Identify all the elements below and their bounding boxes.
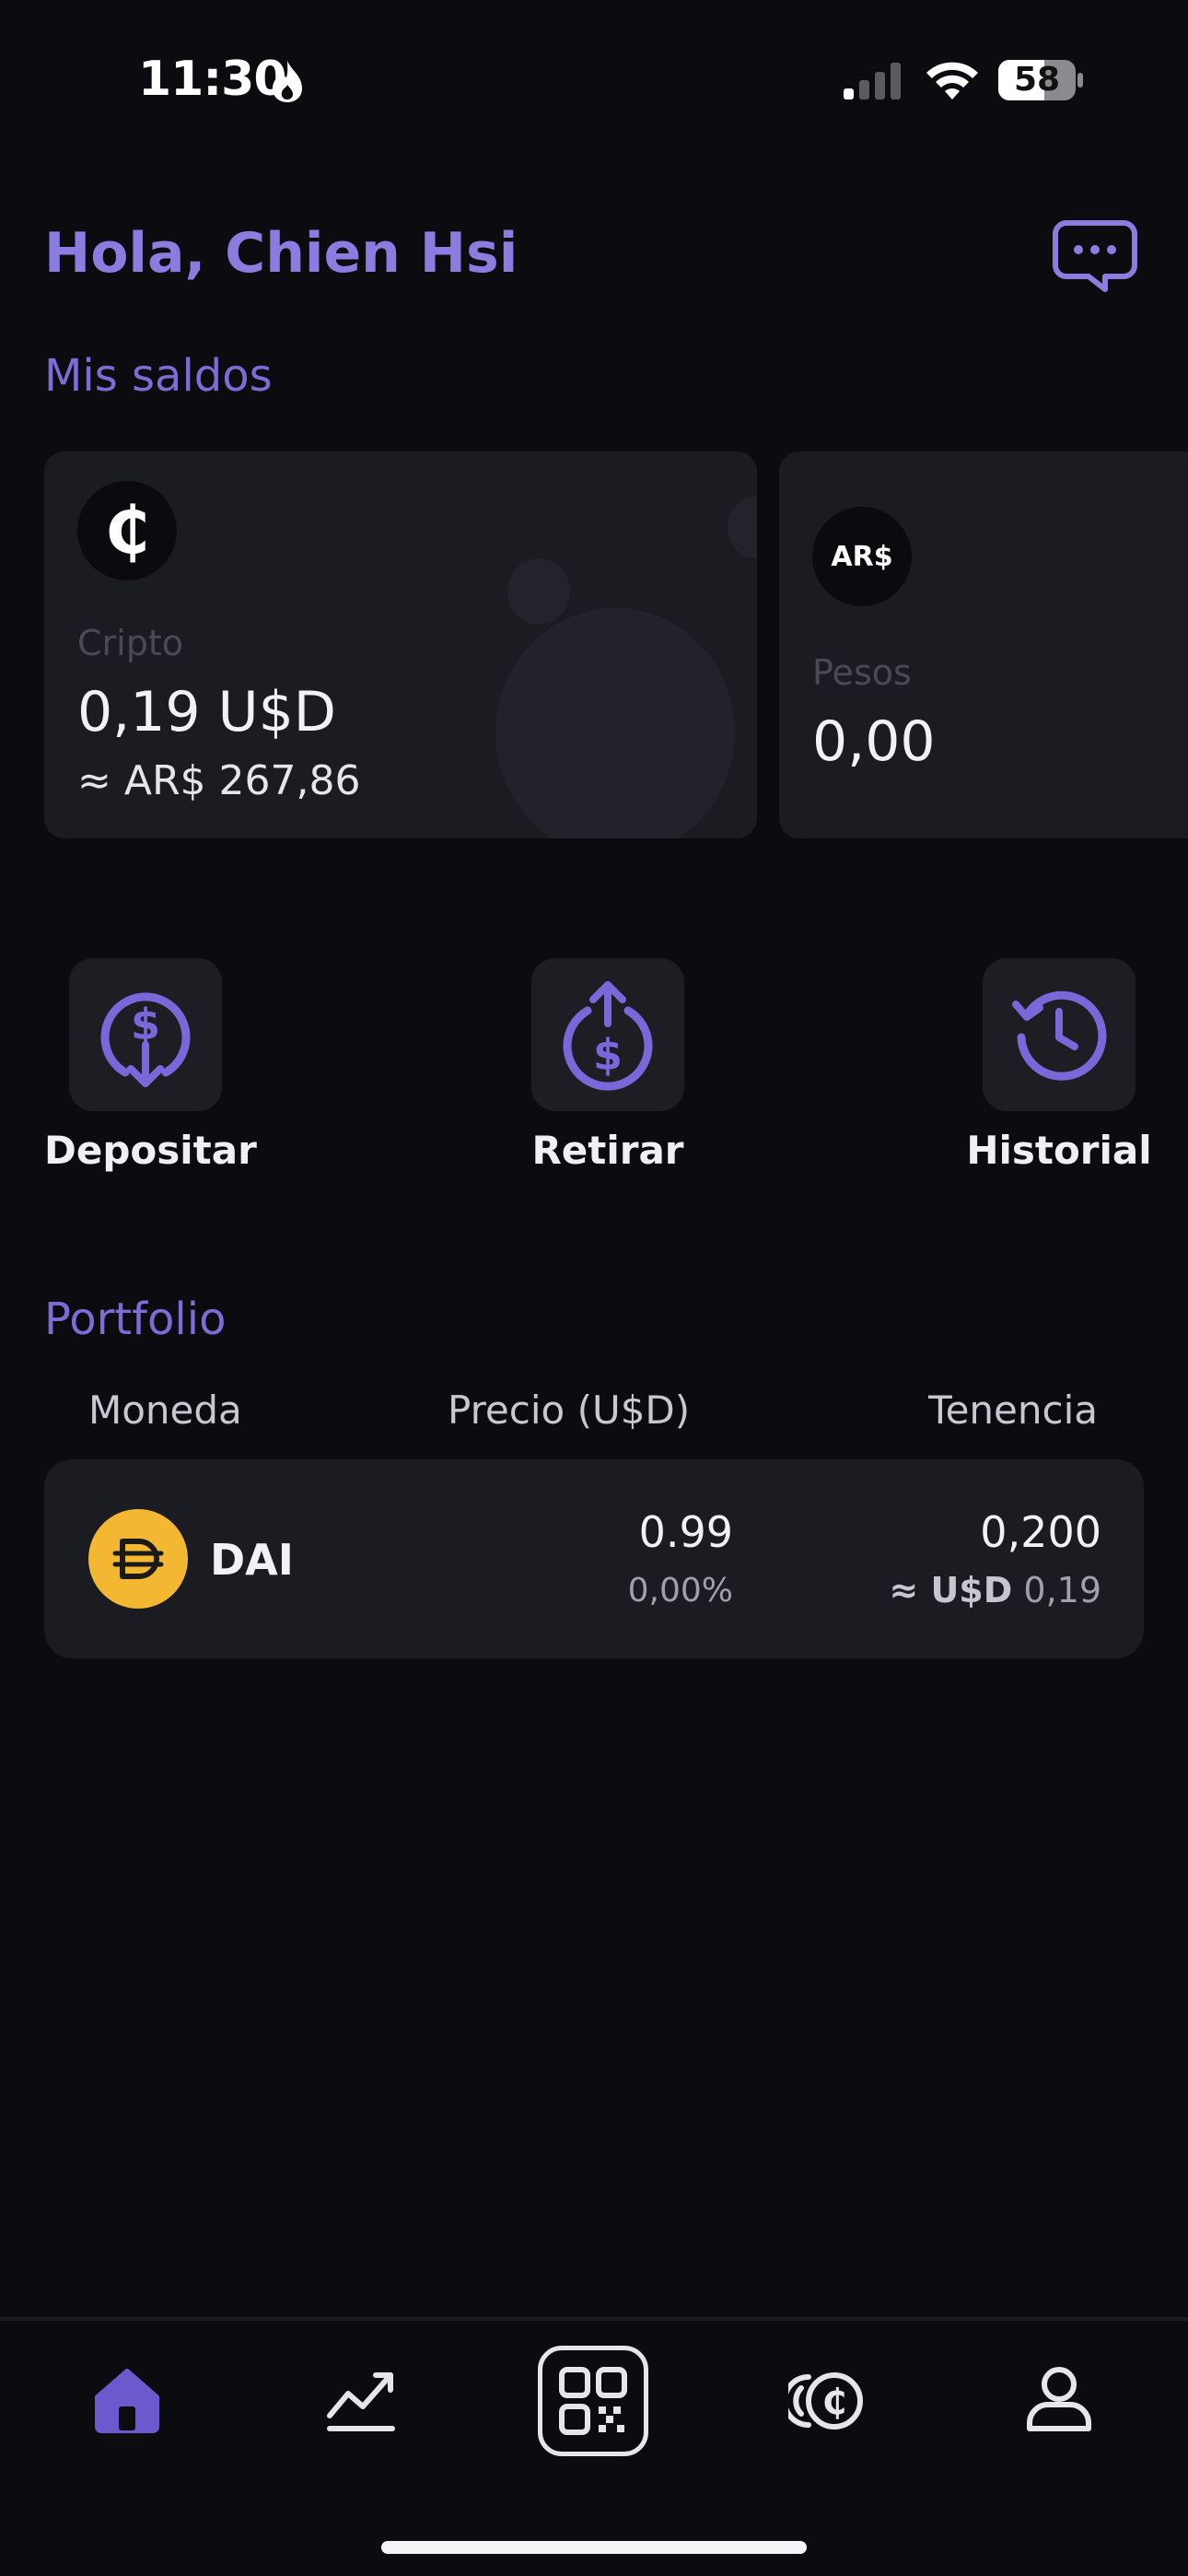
greeting-title: Hola, Chien Hsi (44, 221, 518, 286)
deposit-icon-box: $ (69, 958, 222, 1111)
pesos-balance-value: 0,00 (812, 709, 936, 774)
wifi-icon (926, 62, 978, 100)
nav-divider (0, 2317, 1188, 2321)
nav-scan[interactable] (538, 2346, 648, 2456)
home-indicator (381, 2541, 807, 2554)
dai-symbol (112, 1539, 164, 1579)
deposit-button[interactable]: $ Depositar (44, 958, 257, 1173)
chat-bubble-icon[interactable] (1052, 217, 1138, 295)
deposit-label: Depositar (44, 1128, 257, 1173)
holding-amount: 0,200 (980, 1507, 1101, 1557)
svg-text:₵: ₵ (822, 2382, 846, 2422)
nav-profile[interactable] (1013, 2353, 1105, 2445)
crypto-badge-symbol: ₵ (104, 493, 150, 568)
svg-text:$: $ (593, 1030, 623, 1080)
holding-usd-value: 0,19 (1023, 1570, 1101, 1610)
holding-usd-prefix: ≈ U$D (889, 1570, 1013, 1610)
crypto-coin-icon: ₵ (77, 481, 177, 580)
coin-price: 0.99 (638, 1507, 733, 1557)
decorative-coins (495, 496, 757, 838)
column-price: Precio (U$D) (448, 1388, 691, 1433)
status-time: 11:30 (138, 52, 287, 107)
column-coin: Moneda (88, 1388, 242, 1433)
ars-coin-icon: AR$ (812, 507, 912, 606)
price-change: 0,00% (627, 1572, 733, 1610)
crypto-label: Cripto (77, 623, 183, 663)
cellular-signal-icon (844, 63, 901, 100)
pesos-balance-card[interactable]: AR$ Pesos 0,00 (779, 451, 1188, 838)
qr-scan-icon (559, 2367, 627, 2435)
ars-badge-symbol: AR$ (831, 540, 893, 573)
withdraw-icon-box: $ (531, 958, 684, 1111)
svg-text:$: $ (131, 1000, 160, 1049)
history-icon-box (983, 958, 1136, 1111)
crypto-balance-value: 0,19 U$D (77, 680, 336, 744)
dai-coin-icon (88, 1509, 188, 1609)
column-holding: Tenencia (928, 1388, 1098, 1433)
coin-name: DAI (210, 1535, 294, 1585)
portfolio-title: Portfolio (44, 1294, 227, 1345)
coins-icon: ₵ (788, 2372, 863, 2430)
nav-home[interactable] (81, 2353, 173, 2445)
history-button[interactable]: Historial (958, 958, 1160, 1173)
chart-icon (327, 2372, 395, 2431)
history-label: Historial (966, 1128, 1152, 1173)
nav-markets[interactable] (315, 2353, 407, 2445)
withdraw-label: Retirar (531, 1128, 684, 1173)
crypto-balance-card[interactable]: ₵ Cripto 0,19 U$D ≈ AR$ 267,86 (44, 451, 757, 838)
profile-icon (1027, 2367, 1091, 2431)
pesos-label: Pesos (812, 652, 912, 693)
withdraw-button[interactable]: $ Retirar (507, 958, 709, 1173)
history-icon (1012, 990, 1107, 1081)
nav-coins[interactable]: ₵ (781, 2353, 873, 2445)
withdraw-icon: $ (563, 981, 653, 1091)
crypto-balance-ars: ≈ AR$ 267,86 (77, 757, 361, 804)
balances-title: Mis saldos (44, 350, 273, 402)
deposit-icon: $ (100, 992, 191, 1087)
battery-level: 58 (1013, 61, 1061, 99)
portfolio-row-dai[interactable]: DAI 0.99 0,00% 0,200 ≈ U$D 0,19 (44, 1459, 1144, 1658)
home-icon (95, 2369, 159, 2433)
holding-usd: ≈ U$D 0,19 (735, 1570, 1101, 1610)
flame-icon (273, 61, 302, 102)
